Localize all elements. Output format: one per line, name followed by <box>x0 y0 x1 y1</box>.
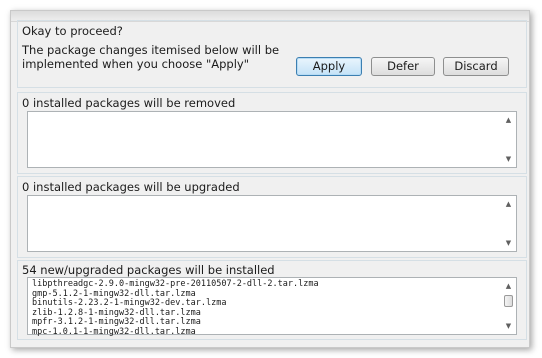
removed-packages-label: 0 installed packages will be removed <box>22 96 236 110</box>
changes-description: The package changes itemised below will … <box>22 43 280 71</box>
screenshot-frame: Okay to proceed? The package changes ite… <box>0 0 542 358</box>
removed-list-scrollbar[interactable]: ▲ ▼ <box>501 112 516 167</box>
upgraded-packages-list[interactable]: ▲ ▼ <box>27 195 517 252</box>
upgraded-list-scrollbar[interactable]: ▲ ▼ <box>501 196 516 251</box>
installed-list-scrollbar[interactable]: ▲ ▼ <box>501 278 516 334</box>
scroll-up-arrow-icon[interactable]: ▲ <box>501 197 516 211</box>
removed-packages-list[interactable]: ▲ ▼ <box>27 111 517 168</box>
scroll-down-arrow-icon[interactable]: ▼ <box>501 236 516 250</box>
scroll-up-arrow-icon[interactable]: ▲ <box>501 113 516 127</box>
proceed-heading: Okay to proceed? <box>22 24 123 38</box>
scroll-up-arrow-icon[interactable]: ▲ <box>501 279 516 293</box>
list-item[interactable]: mpc-1.0.1-1-mingw32-dll.tar.lzma <box>32 327 319 338</box>
apply-button[interactable]: Apply <box>296 57 362 76</box>
upgraded-packages-label: 0 installed packages will be upgraded <box>22 180 240 194</box>
installed-packages-list[interactable]: libpthreadgc-2.9.0-mingw32-pre-20110507-… <box>27 277 517 338</box>
installed-package-items: libpthreadgc-2.9.0-mingw32-pre-20110507-… <box>32 279 319 338</box>
installed-packages-label: 54 new/upgraded packages will be install… <box>22 263 275 277</box>
defer-button[interactable]: Defer <box>371 57 435 76</box>
discard-button[interactable]: Discard <box>443 57 509 76</box>
scroll-down-arrow-icon[interactable]: ▼ <box>501 152 516 166</box>
scroll-down-arrow-icon[interactable]: ▼ <box>501 319 516 333</box>
scrollbar-thumb[interactable] <box>504 295 513 307</box>
